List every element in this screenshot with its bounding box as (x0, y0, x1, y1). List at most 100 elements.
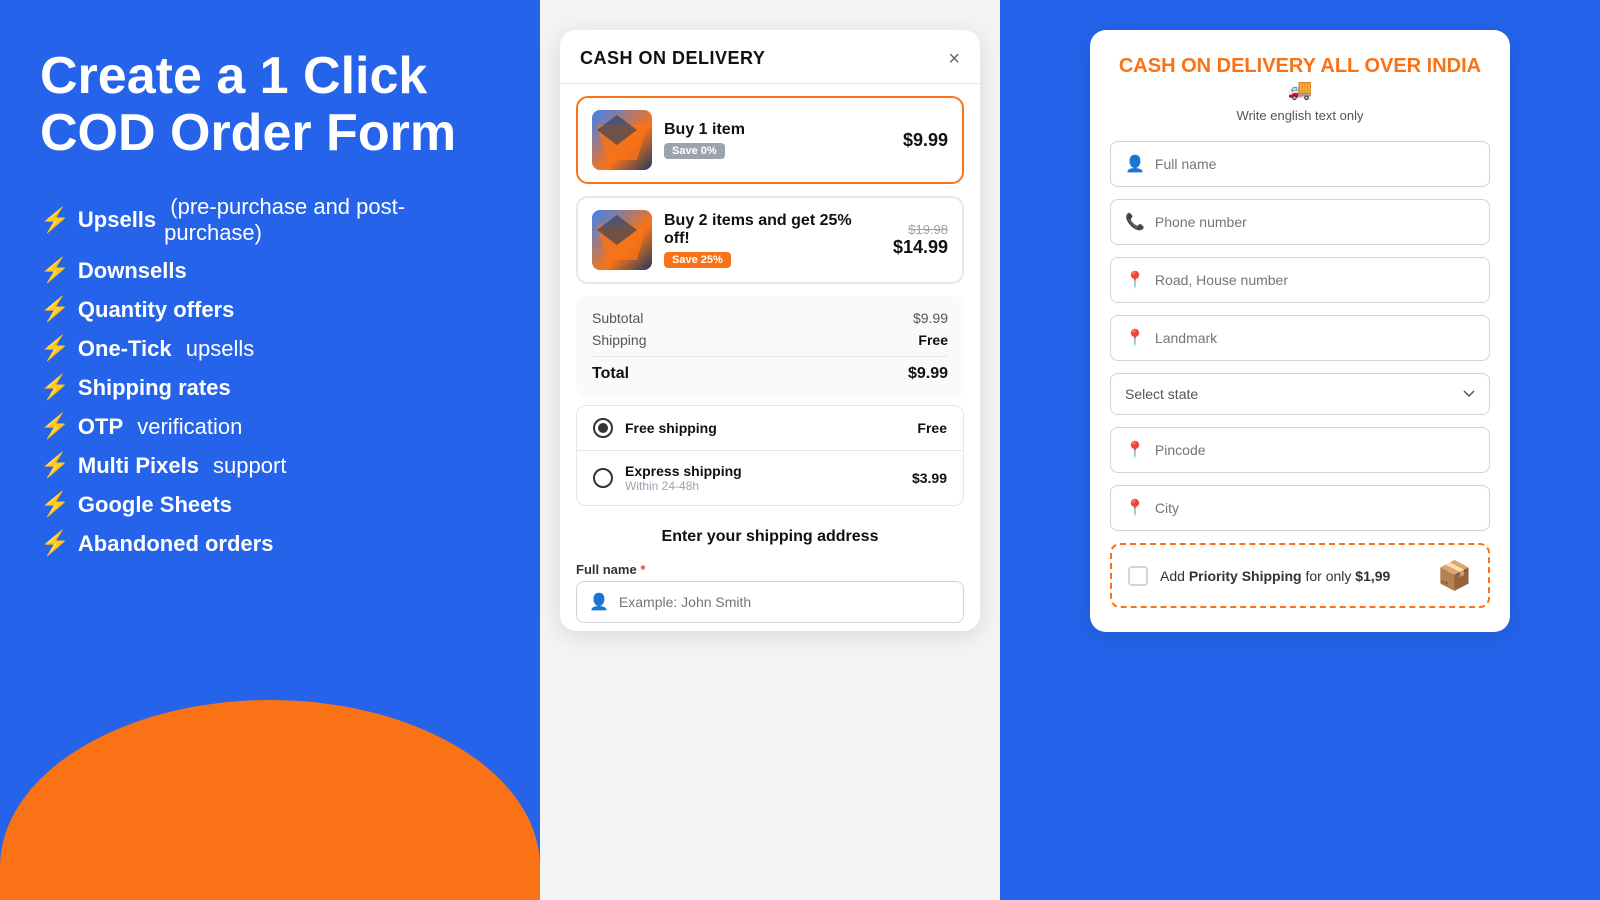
priority-bold: Priority Shipping (1189, 568, 1302, 584)
cod-form: CASH ON DELIVERY ALL OVER INDIA 🚚 Write … (1090, 30, 1510, 632)
right-fullname-wrap: 👤 (1110, 141, 1490, 187)
pin-icon-road: 📍 (1125, 270, 1145, 290)
feature-onetick: ⚡ One-Tick upsells (40, 334, 500, 363)
radio-express[interactable] (593, 468, 613, 488)
feature-upsells: ⚡ Upsells (pre-purchase and post-purchas… (40, 194, 500, 246)
feature-bold: Abandoned orders (78, 531, 274, 557)
bolt-icon: ⚡ (40, 295, 70, 324)
subtotal-row: Subtotal $9.99 (592, 310, 948, 326)
state-select[interactable]: Select state (1110, 373, 1490, 415)
shipping-value: Free (918, 332, 948, 348)
features-list: ⚡ Upsells (pre-purchase and post-purchas… (40, 194, 500, 558)
product-option-2[interactable]: Buy 2 items and get 25% off! Save 25% $1… (576, 196, 964, 284)
subtotal-label: Subtotal (592, 310, 643, 326)
right-pincode-input[interactable] (1155, 442, 1475, 458)
product-name-1: Buy 1 item (664, 121, 891, 139)
person-icon-right: 👤 (1125, 154, 1145, 174)
address-header: Enter your shipping address (560, 514, 980, 554)
close-button[interactable]: × (948, 49, 960, 69)
pin-icon-city: 📍 (1125, 498, 1145, 518)
shipping-options: Free shipping Free Express shipping With… (576, 405, 964, 506)
product-option-1[interactable]: Buy 1 item Save 0% $9.99 (576, 96, 964, 184)
price-main-2: $14.99 (893, 237, 948, 258)
modal-header: CASH ON DELIVERY × (560, 30, 980, 84)
phone-icon-right: 📞 (1125, 212, 1145, 232)
save-badge-2: Save 25% (664, 252, 731, 268)
feature-bold: Downsells (78, 258, 187, 284)
feature-sheets: ⚡ Google Sheets (40, 490, 500, 519)
feature-downsells: ⚡ Downsells (40, 256, 500, 285)
bolt-icon: ⚡ (40, 256, 70, 285)
shipping-sub-express: Within 24-48h (625, 479, 900, 493)
feature-bold: Multi Pixels (78, 453, 199, 479)
shipping-row: Shipping Free (592, 332, 948, 348)
radio-free[interactable] (593, 418, 613, 438)
bolt-icon: ⚡ (40, 490, 70, 519)
feature-otp: ⚡ OTP verification (40, 412, 500, 441)
cod-modal: CASH ON DELIVERY × Buy 1 item Save 0% $9… (560, 30, 980, 631)
priority-icon: 📦 (1437, 559, 1472, 592)
right-phone-input[interactable] (1155, 214, 1475, 230)
total-label: Total (592, 365, 629, 383)
full-name-label: Full name * (576, 562, 964, 577)
bolt-icon: ⚡ (40, 206, 70, 235)
product-name-2: Buy 2 items and get 25% off! (664, 212, 881, 248)
summary-section: Subtotal $9.99 Shipping Free Total $9.99 (576, 296, 964, 397)
feature-bold: Google Sheets (78, 492, 232, 518)
pin-icon-landmark: 📍 (1125, 328, 1145, 348)
right-city-input[interactable] (1155, 500, 1475, 516)
product-price-1: $9.99 (903, 130, 948, 151)
feature-bold: One-Tick (78, 336, 172, 362)
bolt-icon: ⚡ (40, 412, 70, 441)
right-road-input[interactable] (1155, 272, 1475, 288)
subtotal-value: $9.99 (913, 310, 948, 326)
right-landmark-input[interactable] (1155, 330, 1475, 346)
feature-rest: (pre-purchase and post-purchase) (164, 194, 500, 246)
total-row: Total $9.99 (592, 356, 948, 383)
product-image-2 (592, 210, 652, 270)
modal-title: CASH ON DELIVERY (580, 48, 765, 69)
person-icon: 👤 (589, 592, 609, 612)
shipping-label: Shipping (592, 332, 647, 348)
required-marker: * (640, 562, 645, 577)
shipping-opt-free[interactable]: Free shipping Free (577, 406, 963, 451)
bolt-icon: ⚡ (40, 529, 70, 558)
right-city-wrap: 📍 (1110, 485, 1490, 531)
right-pincode-wrap: 📍 (1110, 427, 1490, 473)
bolt-icon: ⚡ (40, 451, 70, 480)
feature-shipping: ⚡ Shipping rates (40, 373, 500, 402)
cod-form-title: CASH ON DELIVERY ALL OVER INDIA 🚚 (1110, 54, 1490, 102)
product-info-1: Buy 1 item Save 0% (664, 121, 891, 159)
right-phone-wrap: 📞 (1110, 199, 1490, 245)
shipping-opt-express[interactable]: Express shipping Within 24-48h $3.99 (577, 451, 963, 505)
right-fullname-input[interactable] (1155, 156, 1475, 172)
left-panel: Create a 1 Click COD Order Form ⚡ Upsell… (0, 0, 540, 900)
right-road-wrap: 📍 (1110, 257, 1490, 303)
bolt-icon: ⚡ (40, 373, 70, 402)
feature-rest: upsells (180, 336, 255, 362)
shipping-price-express: $3.99 (912, 470, 947, 486)
feature-bold: Quantity offers (78, 297, 234, 323)
feature-bold: Upsells (78, 207, 156, 233)
feature-quantity: ⚡ Quantity offers (40, 295, 500, 324)
priority-price: $1,99 (1355, 568, 1390, 584)
feature-rest: verification (131, 414, 242, 440)
shipping-label-free: Free shipping (625, 420, 905, 436)
product-image-1 (592, 110, 652, 170)
save-badge-1: Save 0% (664, 143, 725, 159)
feature-bold: Shipping rates (78, 375, 231, 401)
feature-abandoned: ⚡ Abandoned orders (40, 529, 500, 558)
bolt-icon: ⚡ (40, 334, 70, 363)
priority-checkbox[interactable] (1128, 566, 1148, 586)
product-info-2: Buy 2 items and get 25% off! Save 25% (664, 212, 881, 268)
priority-text: Add Priority Shipping for only $1,99 (1160, 568, 1425, 584)
shipping-price-free: Free (917, 420, 947, 436)
product-price-2: $19.98 $14.99 (893, 222, 948, 258)
main-title: Create a 1 Click COD Order Form (40, 48, 500, 162)
middle-panel: CASH ON DELIVERY × Buy 1 item Save 0% $9… (540, 0, 1000, 900)
shipping-name-express: Express shipping (625, 463, 900, 479)
full-name-input-wrap: 👤 (576, 581, 964, 623)
pin-icon-pincode: 📍 (1125, 440, 1145, 460)
full-name-input[interactable] (619, 594, 951, 610)
total-value: $9.99 (908, 365, 948, 383)
